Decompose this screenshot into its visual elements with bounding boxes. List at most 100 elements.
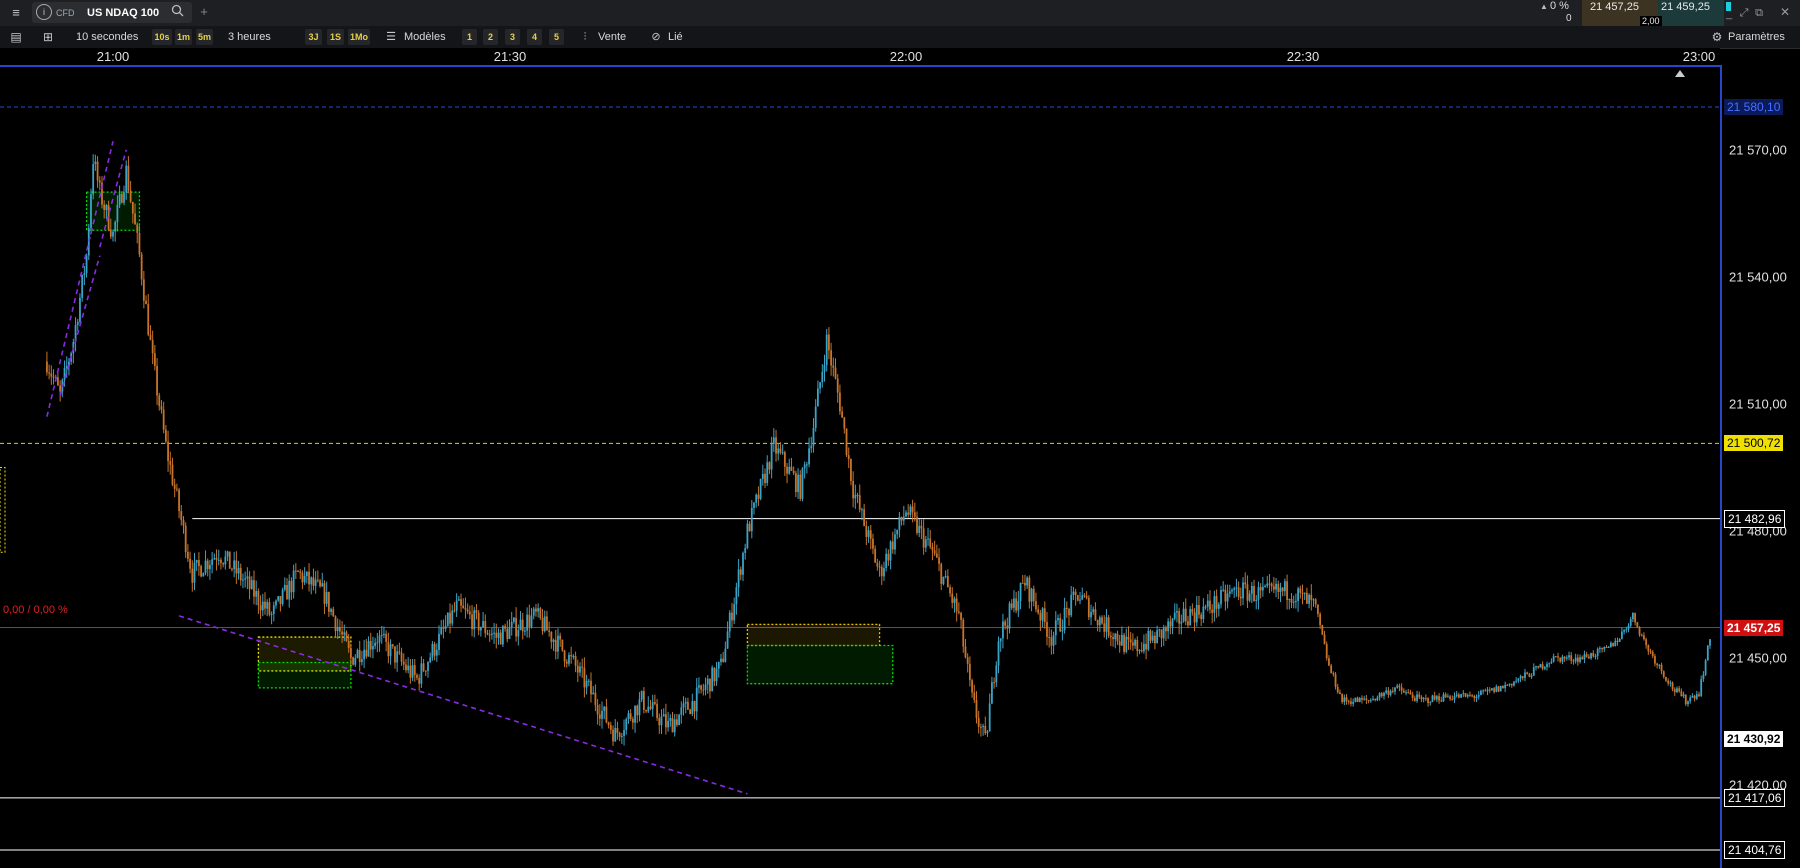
candle-body <box>279 596 282 604</box>
candle-body <box>1255 599 1258 601</box>
preset-4[interactable]: 4 <box>527 29 542 45</box>
candle-body <box>927 538 929 540</box>
candle-body <box>1537 666 1540 668</box>
hamburger-icon[interactable]: ≡ <box>8 5 24 21</box>
candle-body <box>898 516 901 530</box>
candle-body <box>409 665 412 678</box>
panel-toggle-icon[interactable]: ▤ <box>8 29 24 45</box>
candle-body <box>1209 600 1211 610</box>
candle-body <box>1709 639 1711 646</box>
price-chart[interactable] <box>0 65 1720 868</box>
period-preset-1s[interactable]: 1S <box>327 29 344 45</box>
candle-body <box>530 615 533 627</box>
candle-body <box>374 642 377 647</box>
expand-icon[interactable]: ⤢ <box>1737 5 1751 21</box>
candle-body <box>477 612 480 631</box>
candle-body <box>153 353 156 366</box>
candle-body <box>1477 694 1480 697</box>
candle-body <box>568 654 570 664</box>
candle-body <box>618 732 621 737</box>
candle-body <box>1700 679 1703 696</box>
candle-body <box>281 589 284 604</box>
interval-select[interactable]: 10 secondes <box>68 29 148 45</box>
candle-body <box>237 568 240 574</box>
popout-icon[interactable]: ⧉ <box>1752 5 1766 21</box>
candle-body <box>1385 690 1388 693</box>
candle-body <box>1491 688 1493 691</box>
info-circle-icon[interactable]: i <box>36 4 52 20</box>
candle-body <box>242 579 244 581</box>
interval-preset-5m[interactable]: 5m <box>196 29 213 45</box>
candle-body <box>709 678 711 692</box>
candle-body <box>246 576 249 579</box>
candle-body <box>909 506 912 515</box>
preset-1[interactable]: 1 <box>462 29 477 45</box>
candle-body <box>383 633 385 635</box>
price-level-tag: 21 580,10 <box>1724 98 1784 115</box>
candle-body <box>325 591 328 604</box>
candle-body <box>1059 617 1062 632</box>
candle-body <box>1032 588 1035 602</box>
candle-body <box>1325 644 1328 659</box>
candle-body <box>1695 694 1698 699</box>
candle-body <box>114 221 117 232</box>
candle-body <box>1519 676 1522 679</box>
sell-button[interactable]: ⫶ Vente <box>578 29 638 45</box>
candle-body <box>609 725 612 730</box>
minimize-icon[interactable]: _ <box>1722 6 1736 22</box>
linked-button[interactable]: ⊘ Lié <box>648 29 698 45</box>
preset-2[interactable]: 2 <box>483 29 498 45</box>
preset-5[interactable]: 5 <box>549 29 564 45</box>
candle-body <box>233 560 236 570</box>
interval-preset-10s[interactable]: 10s <box>152 29 172 45</box>
candle-body <box>1253 585 1255 601</box>
candle-body <box>955 598 958 612</box>
period-preset-3j[interactable]: 3J <box>305 29 322 45</box>
candle-body <box>1299 588 1302 593</box>
candle-body <box>1418 694 1421 697</box>
candle-body <box>1145 643 1148 650</box>
price-axis[interactable]: 21 570,00 21 540,00 21 510,00 21 480,00 21 4… <box>1720 65 1800 868</box>
close-icon[interactable]: ✕ <box>1778 4 1792 20</box>
candle-body <box>656 703 658 718</box>
candle-body <box>438 633 440 650</box>
scroll-to-end-icon[interactable] <box>1674 66 1686 77</box>
candle-body <box>695 687 698 712</box>
plus-icon[interactable]: + <box>196 4 212 20</box>
candle-body <box>737 569 740 588</box>
candle-body <box>616 727 619 733</box>
candle-body <box>667 720 669 728</box>
candle-body <box>1270 583 1273 587</box>
candle-body <box>1391 690 1394 692</box>
price-tick: 21 540,00 <box>1729 269 1787 285</box>
candle-body <box>286 584 288 600</box>
settings-button[interactable]: ⚙ Paramètres <box>1710 29 1798 45</box>
candles-icon: ⫶ <box>583 31 587 43</box>
candle-body <box>464 608 467 610</box>
candle-body <box>1090 611 1092 618</box>
layout-grid-icon[interactable]: ⊞ <box>40 29 56 45</box>
candle-body <box>1402 690 1405 693</box>
buy-price-button[interactable]: 21 459,25 <box>1658 0 1724 26</box>
candle-body <box>1125 636 1128 652</box>
candle-body <box>327 591 330 612</box>
candle-body <box>907 512 910 515</box>
candle-body <box>510 621 513 628</box>
candle-body <box>398 651 401 653</box>
candle-body <box>136 224 139 233</box>
candle-body <box>1026 577 1029 586</box>
templates-button[interactable]: ☰ Modèles <box>384 29 454 45</box>
candle-body <box>1246 584 1249 601</box>
instrument-tab[interactable]: i CFD US NDAQ 100 <box>32 2 192 23</box>
candle-body <box>1275 583 1277 590</box>
interval-preset-1m[interactable]: 1m <box>175 29 192 45</box>
candle-body <box>1187 621 1189 626</box>
candle-body <box>905 512 907 517</box>
candle-body <box>1524 672 1526 678</box>
period-preset-1mo[interactable]: 1Mo <box>348 29 370 45</box>
period-select[interactable]: 3 heures <box>222 29 292 45</box>
candle-body <box>753 502 755 508</box>
preset-3[interactable]: 3 <box>505 29 520 45</box>
candle-body <box>911 506 914 513</box>
search-icon[interactable] <box>169 4 185 21</box>
